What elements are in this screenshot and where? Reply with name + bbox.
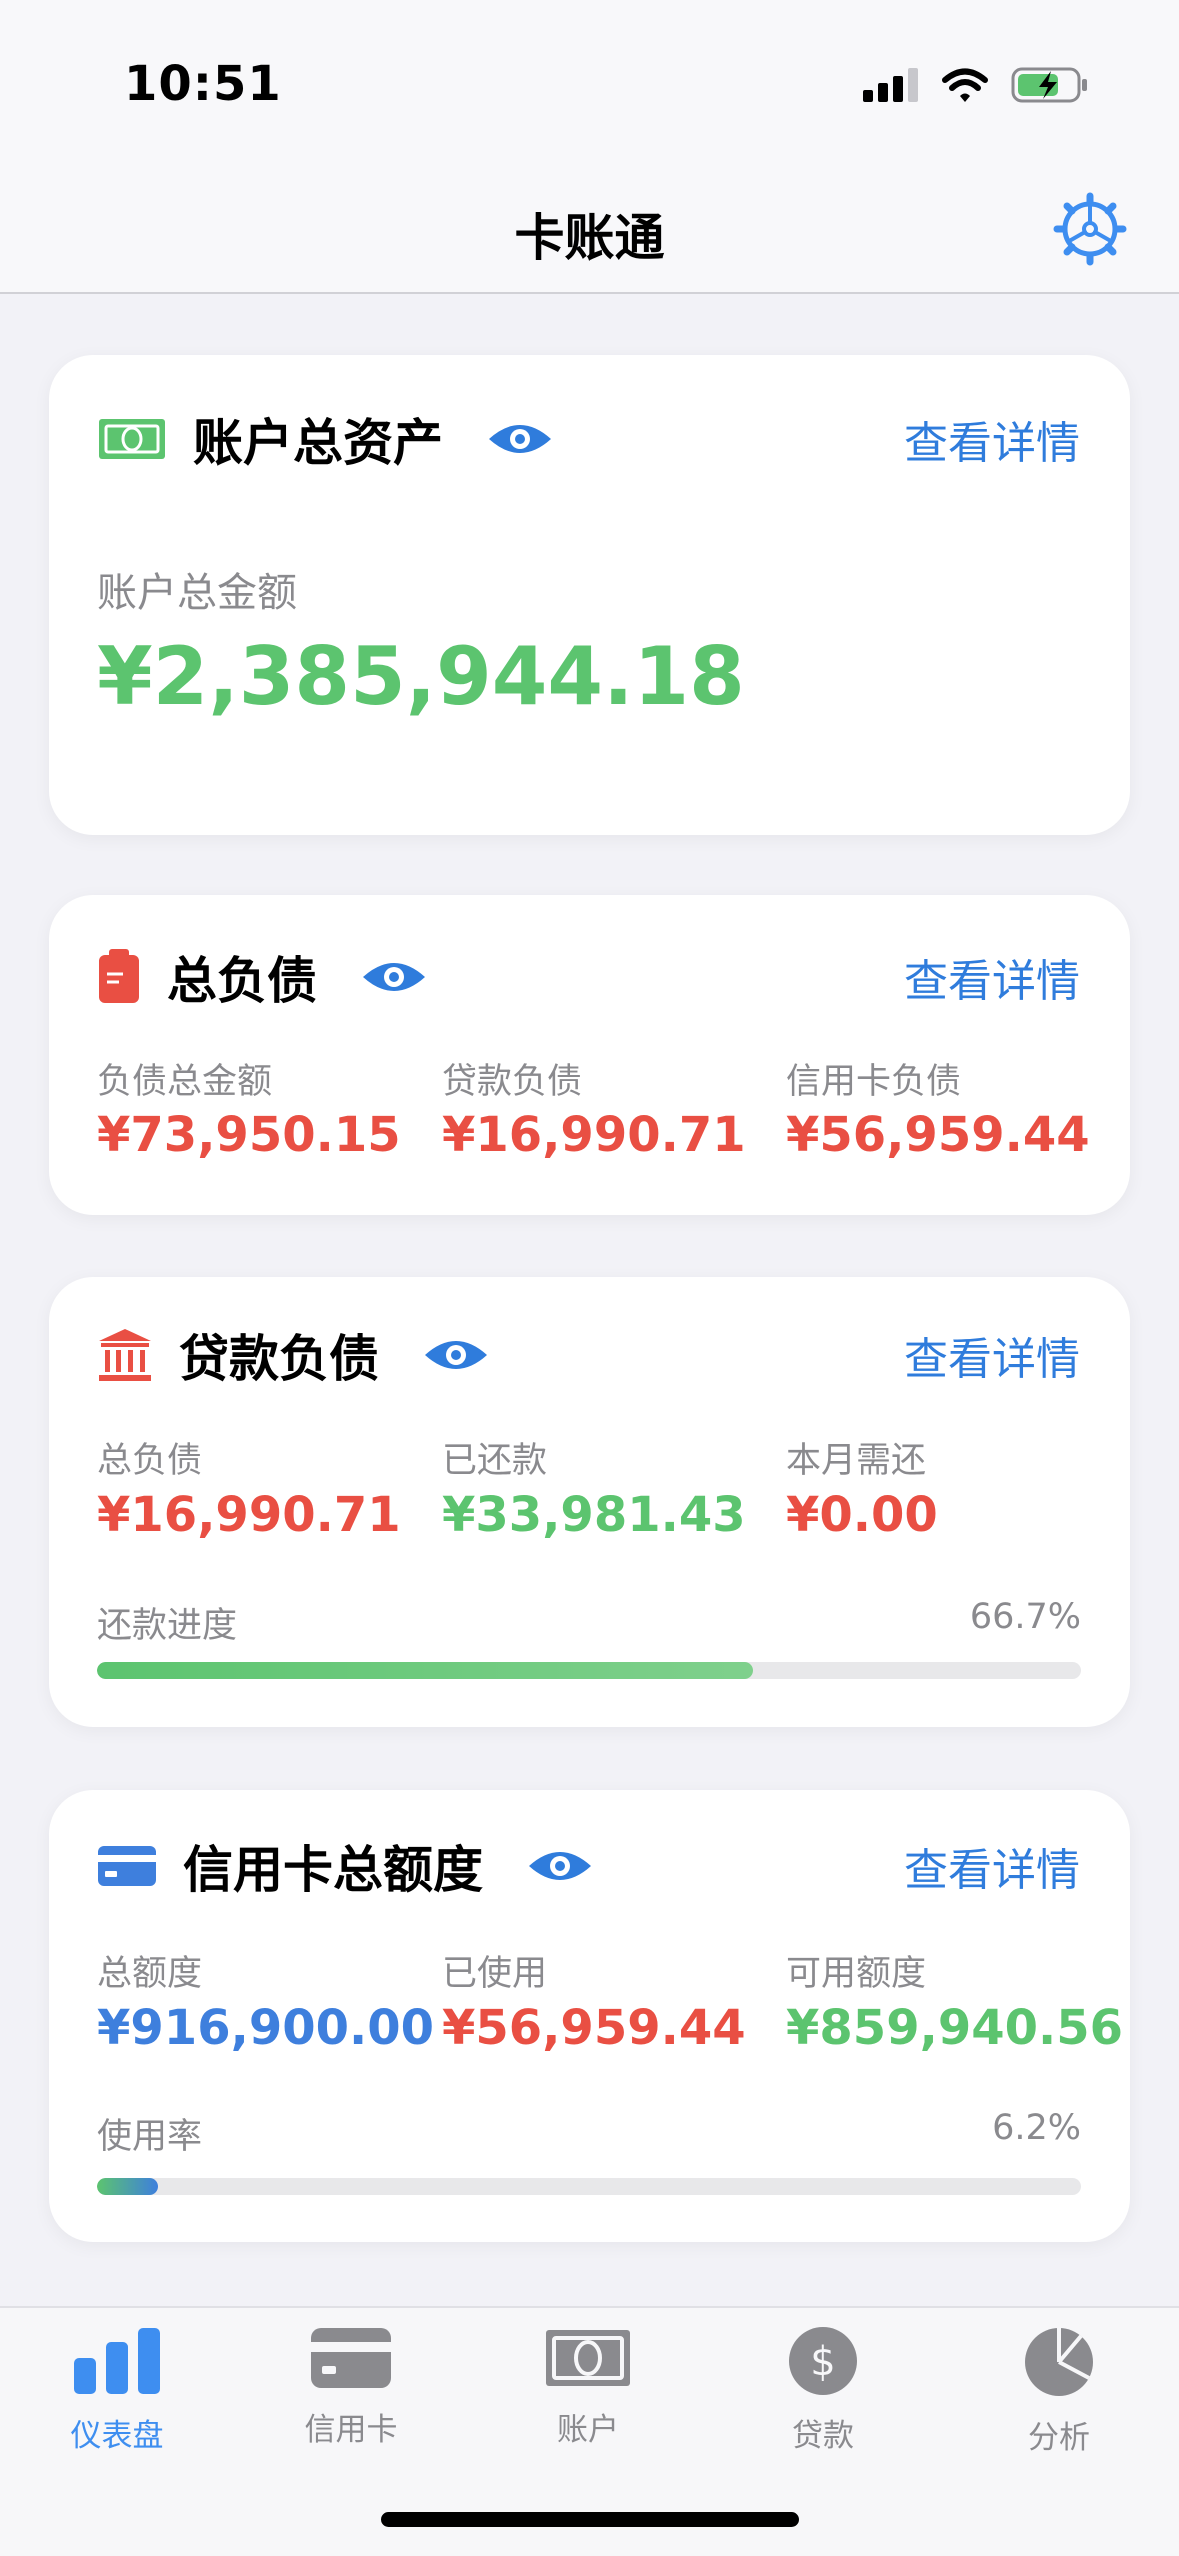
bar-chart-icon xyxy=(74,2328,160,2394)
assets-total-value: ¥2,385,944.18 xyxy=(97,630,745,723)
tab-credit-card[interactable]: 信用卡 xyxy=(251,2326,451,2449)
tab-loans[interactable]: $ 贷款 xyxy=(723,2326,923,2455)
status-icons xyxy=(863,66,1091,104)
loans-detail-link[interactable]: 查看详情 xyxy=(904,1323,1080,1387)
tab-analysis[interactable]: 分析 xyxy=(959,2326,1159,2457)
credit-card-icon xyxy=(98,1846,156,1886)
cash-icon xyxy=(546,2330,630,2386)
credit-card-icon xyxy=(311,2328,391,2388)
credit-available-label: 可用额度 xyxy=(786,1954,927,1994)
assets-card: 账户总资产 查看详情 账户总金额 ¥2,385,944.18 xyxy=(49,355,1130,835)
tab-dashboard-label: 仪表盘 xyxy=(70,2418,164,2454)
tab-dashboard[interactable]: 仪表盘 xyxy=(17,2326,217,2455)
credit-usage-fill xyxy=(97,2178,158,2195)
status-bar: 10:51 xyxy=(0,0,1179,170)
loans-progress-label: 还款进度 xyxy=(97,1606,238,1646)
bank-icon xyxy=(99,1329,151,1381)
assets-total-label: 账户总金额 xyxy=(97,570,297,616)
liabilities-loan-value: ¥16,990.71 xyxy=(442,1107,746,1163)
liabilities-card-header: 总负债 查看详情 xyxy=(97,945,1080,1010)
page-title: 卡账通 xyxy=(514,209,665,267)
liabilities-credit-value: ¥56,959.44 xyxy=(786,1107,1090,1163)
gear-icon[interactable] xyxy=(1053,192,1127,266)
home-indicator xyxy=(381,2512,799,2527)
cellular-signal-icon xyxy=(863,68,918,102)
credit-available-value: ¥859,940.56 xyxy=(786,2000,1124,2056)
loans-due-value: ¥0.00 xyxy=(786,1487,938,1543)
loans-title: 贷款负债 xyxy=(179,1330,379,1388)
loans-progress-bar xyxy=(97,1662,1081,1679)
loans-repaid-value: ¥33,981.43 xyxy=(442,1487,746,1543)
credit-limit-label: 总额度 xyxy=(97,1954,203,1994)
credit-detail-link[interactable]: 查看详情 xyxy=(904,1834,1080,1898)
liabilities-total-label: 负债总金额 xyxy=(97,1062,273,1102)
tab-loans-label: 贷款 xyxy=(792,2418,854,2454)
loans-card-header: 贷款负债 查看详情 xyxy=(97,1323,1080,1388)
battery-charging-icon xyxy=(1011,67,1087,103)
tab-analysis-label: 分析 xyxy=(1028,2420,1090,2456)
loans-repaid-label: 已还款 xyxy=(442,1441,548,1481)
assets-detail-link[interactable]: 查看详情 xyxy=(904,407,1080,471)
credit-limit-value: ¥916,900.00 xyxy=(97,2000,435,2056)
credit-card-header: 信用卡总额度 查看详情 xyxy=(97,1834,1080,1899)
eye-icon[interactable] xyxy=(487,419,553,459)
loans-card: 贷款负债 查看详情 总负债 ¥16,990.71 已还款 ¥33,981.43 … xyxy=(49,1277,1130,1727)
wifi-icon xyxy=(942,68,988,102)
credit-usage-label: 使用率 xyxy=(97,2117,203,2157)
loans-total-value: ¥16,990.71 xyxy=(97,1487,401,1543)
liabilities-credit-label: 信用卡负债 xyxy=(786,1062,962,1102)
cash-icon xyxy=(99,419,165,459)
credit-used-label: 已使用 xyxy=(442,1954,548,1994)
credit-usage-percent: 6.2% xyxy=(992,2108,1081,2148)
tab-accounts-label: 账户 xyxy=(557,2412,619,2448)
tab-accounts[interactable]: 账户 xyxy=(488,2326,688,2449)
dollar-circle-icon: $ xyxy=(789,2327,857,2395)
eye-icon[interactable] xyxy=(423,1335,489,1375)
assets-title: 账户总资产 xyxy=(193,414,443,472)
pie-chart-icon xyxy=(1025,2328,1093,2396)
credit-used-value: ¥56,959.44 xyxy=(442,2000,746,2056)
nav-bar: 卡账通 xyxy=(0,170,1179,294)
loans-progress-fill xyxy=(97,1662,754,1679)
svg-text:$: $ xyxy=(810,2339,835,2385)
credit-card: 信用卡总额度 查看详情 总额度 ¥916,900.00 已使用 ¥56,959.… xyxy=(49,1790,1130,2242)
status-time: 10:51 xyxy=(124,56,282,112)
assets-card-header: 账户总资产 查看详情 xyxy=(97,407,1080,472)
liabilities-total-value: ¥73,950.15 xyxy=(97,1107,401,1163)
loans-progress-percent: 66.7% xyxy=(969,1597,1081,1637)
liabilities-card: 总负债 查看详情 负债总金额 ¥73,950.15 贷款负债 ¥16,990.7… xyxy=(49,895,1130,1215)
liabilities-loan-label: 贷款负债 xyxy=(442,1062,583,1102)
eye-icon[interactable] xyxy=(361,957,427,997)
credit-usage-bar xyxy=(97,2178,1081,2195)
liabilities-detail-link[interactable]: 查看详情 xyxy=(904,945,1080,1009)
eye-icon[interactable] xyxy=(527,1846,593,1886)
tab-credit-card-label: 信用卡 xyxy=(304,2412,398,2448)
loans-due-label: 本月需还 xyxy=(786,1441,927,1481)
loans-total-label: 总负债 xyxy=(97,1441,203,1481)
credit-title: 信用卡总额度 xyxy=(183,1841,483,1899)
clipboard-icon xyxy=(99,949,139,1003)
liabilities-title: 总负债 xyxy=(167,952,317,1010)
